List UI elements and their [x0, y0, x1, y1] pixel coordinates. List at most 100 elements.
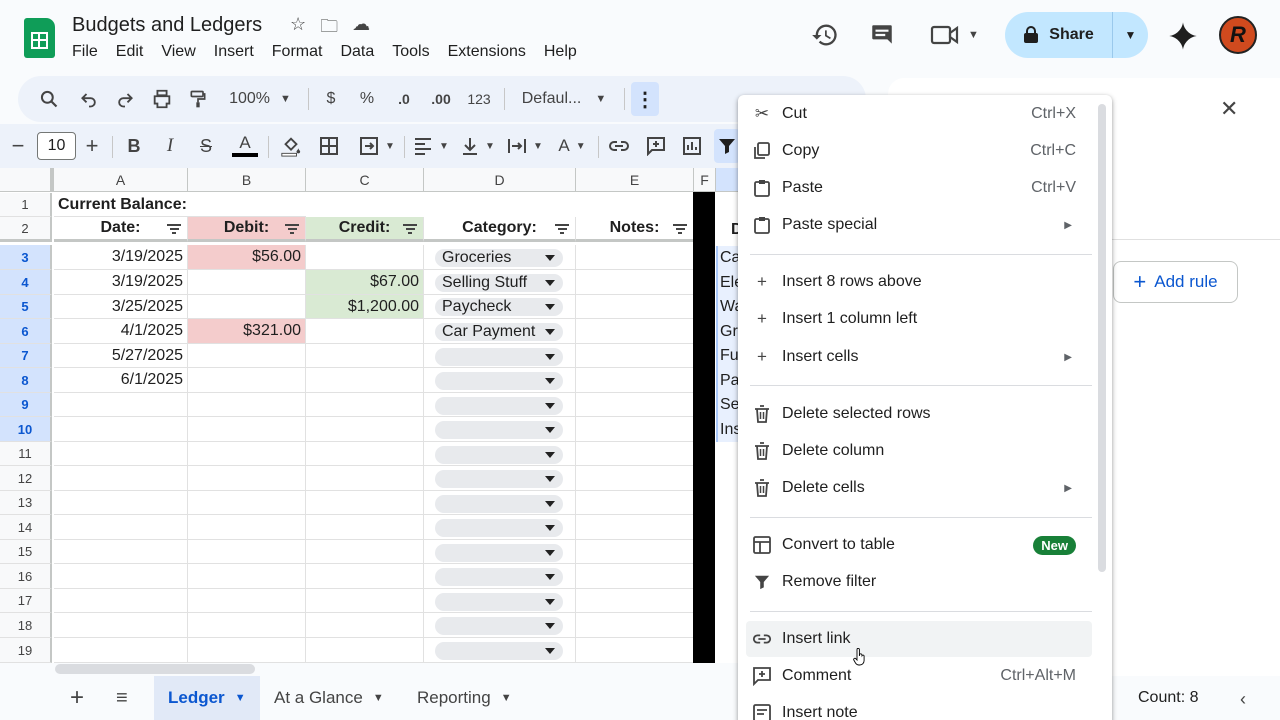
date-cell[interactable]: 3/19/2025 — [54, 270, 188, 295]
context-menu-scrollbar[interactable] — [1098, 104, 1106, 572]
filter-icon[interactable] — [714, 129, 740, 163]
menu-help[interactable]: Help — [544, 43, 586, 61]
version-history-icon[interactable] — [811, 21, 839, 49]
row-header[interactable]: 18 — [0, 613, 52, 638]
category-list-cell[interactable]: Se — [716, 393, 740, 417]
row-header[interactable]: 2 — [0, 217, 52, 242]
category-dropdown[interactable]: Groceries — [435, 249, 563, 267]
row-header[interactable]: 16 — [0, 564, 52, 589]
menu-data[interactable]: Data — [340, 43, 383, 61]
all-sheets-icon[interactable]: ≡ — [102, 676, 142, 720]
text-color-icon[interactable]: A — [230, 124, 260, 168]
category-dropdown[interactable] — [435, 593, 563, 611]
empty-cell[interactable] — [576, 466, 694, 491]
empty-cell[interactable] — [188, 491, 306, 515]
row-header[interactable]: 14 — [0, 515, 52, 540]
debit-cell[interactable] — [188, 368, 306, 393]
spreadsheet-grid[interactable]: A B C D E F 1 2 3 4 5 6 7 8 9 10 11 12 1… — [0, 168, 740, 663]
menu-item-delete-rows[interactable]: Delete selected rows — [738, 396, 1092, 432]
category-dropdown[interactable] — [435, 421, 563, 439]
category-dropdown[interactable] — [435, 348, 563, 366]
font-size-field[interactable]: 10 — [37, 132, 76, 160]
add-rule-button[interactable]: + Add rule — [1113, 261, 1238, 303]
insert-link-icon[interactable] — [606, 124, 632, 168]
column-header-a[interactable]: A — [54, 168, 188, 192]
insert-chart-icon[interactable] — [679, 124, 705, 168]
empty-cell[interactable] — [576, 491, 694, 515]
row-header[interactable]: 17 — [0, 589, 52, 613]
empty-cell[interactable] — [576, 589, 694, 613]
empty-cell[interactable] — [576, 564, 694, 589]
debit-cell[interactable]: $321.00 — [188, 319, 306, 344]
selection-count[interactable]: Count: 8 — [1138, 676, 1198, 720]
header-date[interactable]: Date: — [54, 217, 188, 242]
more-options-icon[interactable]: ⋮ — [631, 82, 659, 116]
notes-cell[interactable] — [576, 270, 694, 295]
borders-icon[interactable] — [316, 124, 342, 168]
account-avatar[interactable]: R — [1219, 16, 1257, 54]
empty-cell[interactable] — [576, 442, 694, 466]
sheets-logo-icon[interactable] — [24, 18, 55, 58]
debit-cell[interactable] — [188, 295, 306, 319]
row-header[interactable]: 10 — [0, 417, 52, 442]
empty-cell[interactable] — [54, 613, 188, 638]
category-dropdown[interactable] — [435, 470, 563, 488]
meet-button[interactable]: ▼ — [930, 22, 979, 48]
menu-item-comment[interactable]: Comment Ctrl+Alt+M — [738, 658, 1092, 694]
text-rotation-icon[interactable]: A ▼ — [552, 124, 592, 168]
category-list-cell[interactable]: Ele — [716, 270, 740, 295]
date-cell[interactable]: 3/25/2025 — [54, 295, 188, 319]
sheet-tab-ledger[interactable]: Ledger ▼ — [154, 676, 260, 720]
italic-icon[interactable]: I — [159, 124, 181, 168]
empty-cell[interactable] — [576, 393, 694, 417]
text-wrapping-icon[interactable]: ▼ — [505, 124, 545, 168]
decrease-font-size-icon[interactable]: − — [8, 124, 28, 168]
empty-cell[interactable] — [54, 442, 188, 466]
category-dropdown[interactable] — [435, 397, 563, 415]
date-cell[interactable]: 4/1/2025 — [54, 319, 188, 344]
empty-cell[interactable] — [576, 613, 694, 638]
empty-cell[interactable] — [54, 491, 188, 515]
debit-cell[interactable] — [188, 344, 306, 368]
row-header[interactable]: 6 — [0, 319, 52, 344]
empty-cell[interactable] — [576, 540, 694, 564]
column-header-c[interactable]: C — [306, 168, 424, 192]
category-list-cell[interactable]: Gro — [716, 319, 740, 344]
menu-item-remove-filter[interactable]: Remove filter — [738, 564, 1092, 600]
menu-item-convert-to-table[interactable]: Convert to table New — [738, 527, 1092, 563]
column-header-g[interactable] — [716, 168, 740, 192]
vertical-align-icon[interactable]: ▼ — [458, 124, 498, 168]
row-header[interactable]: 13 — [0, 491, 52, 515]
menu-item-copy[interactable]: Copy Ctrl+C — [738, 133, 1092, 169]
empty-cell[interactable] — [188, 589, 306, 613]
empty-cell[interactable] — [54, 589, 188, 613]
menu-format[interactable]: Format — [272, 43, 332, 61]
category-dropdown[interactable] — [435, 544, 563, 562]
insert-comment-icon[interactable] — [643, 124, 669, 168]
row-header[interactable]: 12 — [0, 466, 52, 491]
menu-item-insert-note[interactable]: Insert note — [738, 695, 1092, 720]
paint-format-icon[interactable] — [185, 76, 211, 122]
column-header-f[interactable]: F — [694, 168, 716, 192]
horizontal-scrollbar[interactable] — [55, 664, 255, 674]
cloud-status-icon[interactable]: ☁ — [352, 14, 370, 44]
undo-icon[interactable] — [76, 76, 102, 122]
empty-cell[interactable] — [188, 442, 306, 466]
category-dropdown[interactable] — [435, 495, 563, 513]
notes-cell[interactable] — [576, 368, 694, 393]
strikethrough-icon[interactable]: S — [195, 124, 217, 168]
category-list-cell[interactable]: Wa — [716, 295, 740, 319]
empty-cell[interactable] — [54, 638, 188, 663]
header-credit[interactable]: Credit: — [306, 217, 424, 242]
debit-cell[interactable]: $56.00 — [188, 245, 306, 270]
currency-format-button[interactable]: $ — [320, 76, 342, 122]
row-header[interactable]: 11 — [0, 442, 52, 466]
category-list-cell[interactable]: Ins — [716, 417, 740, 442]
empty-cell[interactable] — [188, 564, 306, 589]
menu-extensions[interactable]: Extensions — [448, 43, 535, 61]
empty-cell[interactable] — [188, 393, 306, 417]
menu-item-insert-rows-above[interactable]: + Insert 8 rows above — [738, 264, 1092, 300]
category-dropdown[interactable] — [435, 617, 563, 635]
empty-cell[interactable] — [306, 515, 424, 540]
collapse-panel-icon[interactable]: ‹ — [1240, 689, 1246, 710]
